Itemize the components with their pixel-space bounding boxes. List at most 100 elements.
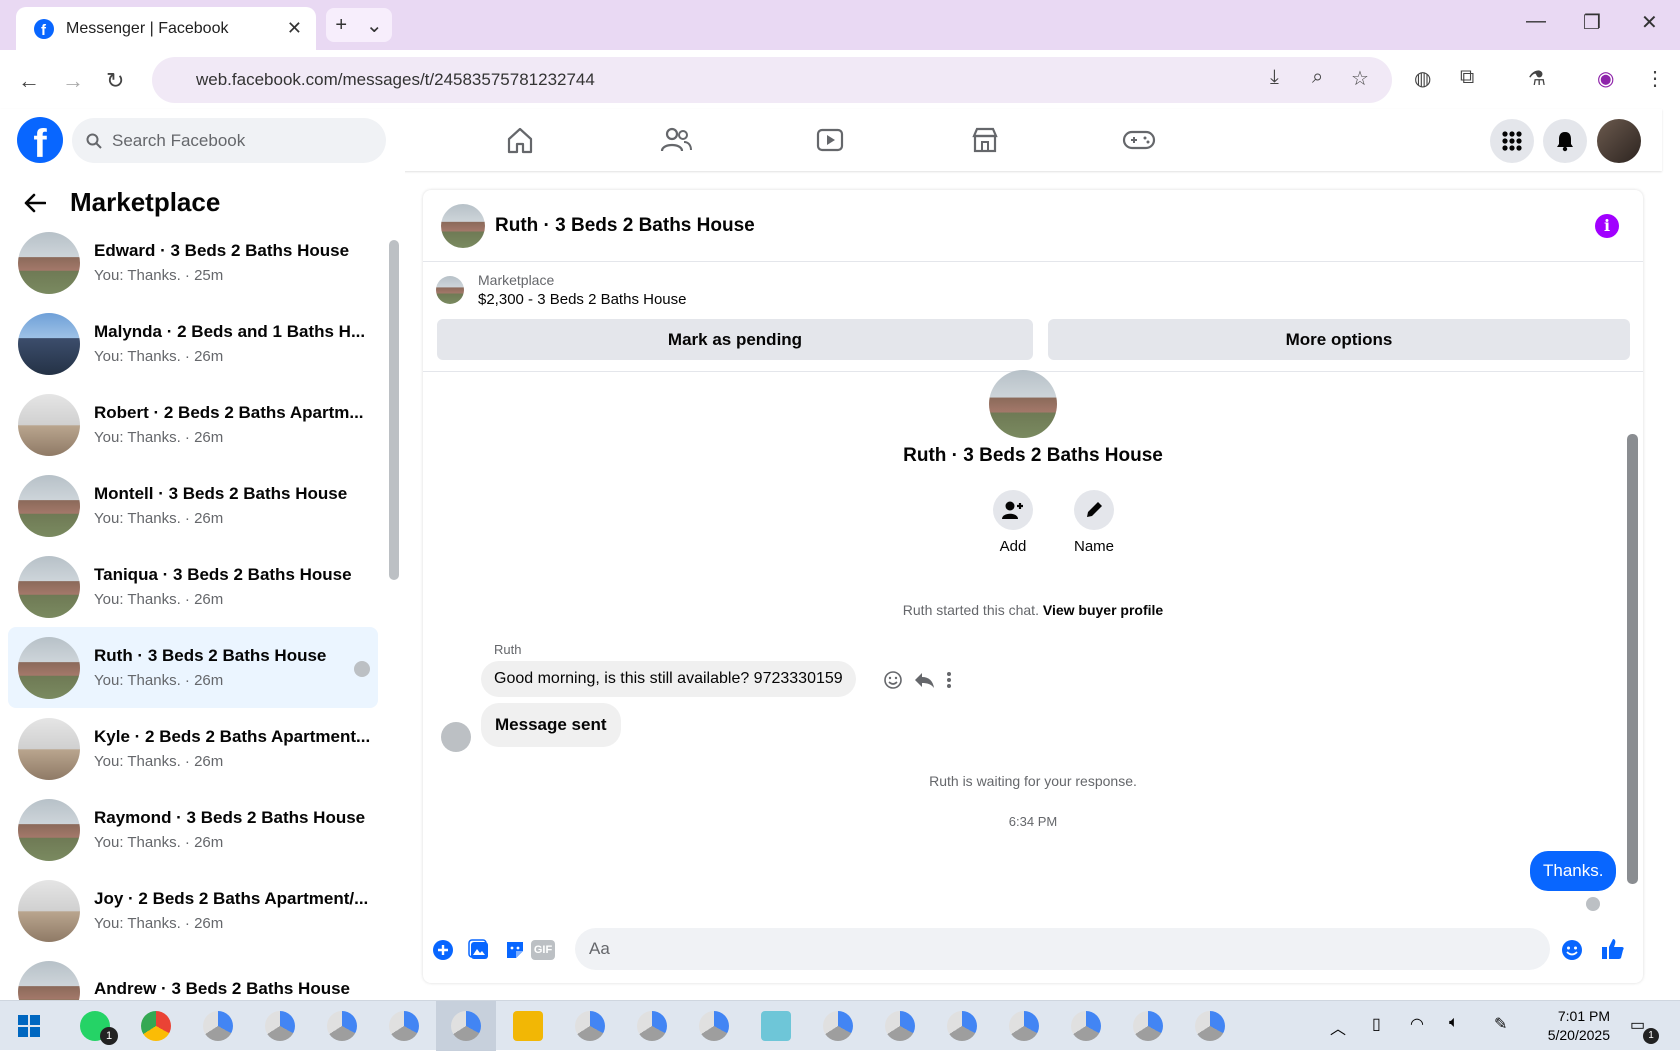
view-buyer-profile-link[interactable]: View buyer profile: [1043, 602, 1163, 618]
chrome-profile-icon-active[interactable]: [451, 1011, 481, 1041]
conversation-item[interactable]: Kyle · 2 Beds 2 Baths Apartment... You: T…: [8, 708, 378, 789]
chrome-profile-icon[interactable]: [699, 1011, 729, 1041]
forward-arrow-icon[interactable]: →: [62, 68, 84, 94]
conversation-item[interactable]: Joy · 2 Beds 2 Baths Apartment/... You: T…: [8, 870, 378, 951]
new-tab-button[interactable]: +: [335, 14, 347, 37]
sidebar-title: Marketplace: [70, 187, 221, 217]
mark-as-pending-button[interactable]: Mark as pending: [437, 319, 1033, 360]
info-icon[interactable]: i: [1595, 214, 1619, 238]
reload-icon[interactable]: ↻: [106, 68, 124, 94]
minimize-button[interactable]: —: [1526, 10, 1546, 33]
sender-avatar[interactable]: [441, 722, 471, 752]
gif-button[interactable]: GIF: [531, 940, 555, 960]
chrome-profile-icon[interactable]: [203, 1011, 233, 1041]
conversation-item[interactable]: Taniqua · 3 Beds 2 Baths House You: Thank…: [8, 546, 378, 627]
conversation-item[interactable]: Robert · 2 Beds 2 Baths Apartm... You: Th…: [8, 384, 378, 465]
sidebar-header: Marketplace: [24, 187, 220, 218]
home-nav-icon[interactable]: [490, 121, 550, 159]
chrome-profile-icon[interactable]: [389, 1011, 419, 1041]
pen-icon[interactable]: ✎: [1494, 1014, 1507, 1034]
search-input[interactable]: Search Facebook: [72, 118, 386, 163]
profile-avatar[interactable]: [989, 370, 1057, 438]
zoom-icon[interactable]: ⌕: [1312, 66, 1323, 89]
back-arrow-icon[interactable]: ←: [18, 68, 40, 94]
chat-avatar[interactable]: [441, 203, 485, 248]
tab-close-icon[interactable]: ✕: [287, 18, 302, 39]
chrome-taskbar-icon[interactable]: [141, 1011, 171, 1041]
chat-started-note: Ruth started this chat. View buyer profi…: [423, 602, 1643, 618]
sticker-icon[interactable]: [504, 939, 526, 961]
windows-start-icon[interactable]: [18, 1015, 40, 1037]
device-icon[interactable]: ▯: [1372, 1014, 1381, 1034]
conversation-item[interactable]: Raymond · 3 Beds 2 Baths House You: Thank…: [8, 789, 378, 870]
system-clock[interactable]: 7:01 PM 5/20/2025: [1520, 1007, 1610, 1045]
more-vertical-icon[interactable]: [945, 670, 953, 690]
tab-search-button[interactable]: ⌄: [366, 13, 383, 38]
restore-button[interactable]: ❐: [1583, 10, 1601, 35]
conversation-item[interactable]: Edward · 3 Beds 2 Baths House You: Thanks…: [8, 222, 378, 303]
extensions-puzzle-icon[interactable]: ⧉: [1460, 66, 1474, 89]
message-input[interactable]: Aa: [575, 928, 1550, 970]
incoming-message[interactable]: Good morning, is this still available? 9…: [481, 661, 856, 697]
facebook-logo[interactable]: f: [17, 117, 63, 163]
chrome-profile-icon[interactable]: [947, 1011, 977, 1041]
chrome-profile-icon[interactable]: [1071, 1011, 1101, 1041]
emoji-icon[interactable]: [1561, 939, 1583, 961]
browser-menu-icon[interactable]: ⋮: [1645, 66, 1665, 91]
incoming-message-2[interactable]: Message sent: [481, 703, 621, 747]
conversation-preview: You: Thanks. · 25m: [94, 267, 224, 284]
chrome-profile-icon[interactable]: [823, 1011, 853, 1041]
marketplace-nav-icon[interactable]: [955, 121, 1015, 159]
back-arrow-icon[interactable]: [24, 193, 46, 213]
install-app-icon[interactable]: ⤓: [1270, 66, 1279, 89]
chat-scrollbar[interactable]: [1627, 434, 1638, 884]
plus-circle-icon[interactable]: [432, 939, 454, 961]
labs-flask-icon[interactable]: ⚗: [1528, 66, 1546, 91]
chrome-profile-icon[interactable]: [327, 1011, 357, 1041]
windows-taskbar: 1 ︿ ▯ ◠ 🔈︎ ✎ 7:01 PM 5/20/2025 ▭ 1: [0, 1000, 1680, 1051]
extension-globe-icon[interactable]: ◍: [1414, 66, 1431, 91]
name-action[interactable]: Name: [1064, 490, 1124, 555]
photo-icon[interactable]: [468, 939, 490, 961]
chrome-profile-icon[interactable]: [1195, 1011, 1225, 1041]
friends-nav-icon[interactable]: [646, 121, 706, 159]
chrome-profile-icon[interactable]: [1009, 1011, 1039, 1041]
conversation-item[interactable]: Montell · 3 Beds 2 Baths House You: Thank…: [8, 465, 378, 546]
gaming-nav-icon[interactable]: [1109, 121, 1169, 159]
conversation-item-selected[interactable]: Ruth · 3 Beds 2 Baths House You: Thanks. …: [8, 627, 378, 708]
video-nav-icon[interactable]: [800, 121, 860, 159]
menu-grid-icon[interactable]: [1490, 119, 1534, 163]
add-person-icon: [1002, 501, 1023, 519]
app-taskbar-icon[interactable]: [761, 1011, 791, 1041]
conversation-preview: You: Thanks. · 26m: [94, 915, 224, 932]
profile-icon[interactable]: ◉: [1597, 66, 1614, 91]
chat-title[interactable]: Ruth · 3 Beds 2 Baths House: [495, 215, 755, 237]
listing-summary[interactable]: Marketplace $2,300 - 3 Beds 2 Baths Hous…: [436, 272, 686, 308]
react-smiley-icon[interactable]: [883, 670, 903, 690]
file-explorer-icon[interactable]: [513, 1011, 543, 1041]
reply-arrow-icon[interactable]: [913, 670, 935, 690]
conversation-preview: You: Thanks. · 26m: [94, 429, 224, 446]
notifications-bell-icon[interactable]: [1543, 119, 1587, 163]
more-options-button[interactable]: More options: [1048, 319, 1630, 360]
account-avatar[interactable]: [1597, 119, 1641, 163]
address-bar[interactable]: web.facebook.com/messages/t/245835757812…: [152, 57, 1392, 103]
wifi-icon[interactable]: ◠: [1410, 1014, 1424, 1034]
close-window-button[interactable]: ✕: [1641, 10, 1658, 35]
conversation-item[interactable]: Malynda · 2 Beds and 1 Baths H... You: Th…: [8, 303, 378, 384]
chevron-up-icon[interactable]: ︿: [1330, 1015, 1346, 1039]
outgoing-message[interactable]: Thanks.: [1530, 851, 1617, 891]
sidebar-scrollbar[interactable]: [389, 240, 399, 580]
browser-tab[interactable]: f Messenger | Facebook ✕: [16, 7, 316, 50]
volume-icon[interactable]: 🔈︎: [1449, 1014, 1459, 1032]
message-placeholder: Aa: [589, 939, 610, 958]
listing-title: $2,300 - 3 Beds 2 Baths House: [478, 291, 687, 308]
chrome-profile-icon[interactable]: [575, 1011, 605, 1041]
chrome-profile-icon[interactable]: [265, 1011, 295, 1041]
bookmark-star-icon[interactable]: ☆: [1351, 66, 1369, 91]
chrome-profile-icon[interactable]: [1133, 1011, 1163, 1041]
thumbs-up-icon[interactable]: [1601, 937, 1625, 961]
add-action[interactable]: Add: [983, 490, 1043, 555]
chrome-profile-icon[interactable]: [885, 1011, 915, 1041]
chrome-profile-icon[interactable]: [637, 1011, 667, 1041]
